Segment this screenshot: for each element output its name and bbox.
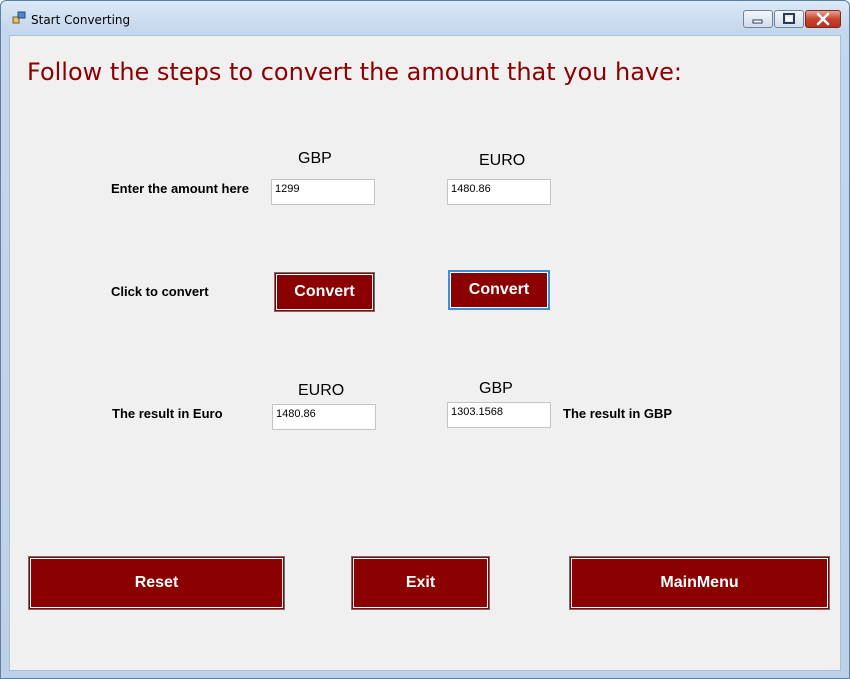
reset-button[interactable]: Reset xyxy=(28,556,285,610)
result-euro-output[interactable]: 1480.86 xyxy=(272,404,376,430)
result-euro-header: EURO xyxy=(298,382,345,399)
close-button[interactable] xyxy=(805,10,841,28)
convert-gbp-button[interactable]: Convert xyxy=(274,272,375,312)
convert-euro-button[interactable]: Convert xyxy=(448,270,550,310)
click-to-convert-label: Click to convert xyxy=(111,284,209,299)
result-euro-label: The result in Euro xyxy=(112,406,223,421)
maximize-button[interactable] xyxy=(774,10,804,28)
mainmenu-button[interactable]: MainMenu xyxy=(569,556,830,610)
euro-amount-input[interactable]: 1480.86 xyxy=(447,179,551,205)
euro-header: EURO xyxy=(479,152,526,169)
result-gbp-output[interactable]: 1303.1568 xyxy=(447,402,551,428)
close-icon xyxy=(816,12,830,26)
exit-button[interactable]: Exit xyxy=(351,556,490,610)
title-bar[interactable]: Start Converting xyxy=(1,1,849,37)
page-heading: Follow the steps to convert the amount t… xyxy=(27,58,682,86)
minimize-button[interactable] xyxy=(743,10,773,28)
app-icon xyxy=(12,11,26,24)
gbp-header: GBP xyxy=(298,150,332,167)
window-title: Start Converting xyxy=(31,13,131,27)
gbp-amount-input[interactable]: 1299 xyxy=(271,179,375,205)
form-client-area: Follow the steps to convert the amount t… xyxy=(9,35,841,671)
result-gbp-label: The result in GBP xyxy=(563,406,673,421)
app-window: Start Converting Follow the steps to con… xyxy=(0,0,850,679)
minimize-icon xyxy=(752,19,763,24)
enter-amount-label: Enter the amount here xyxy=(111,181,249,196)
maximize-icon xyxy=(783,13,795,24)
result-gbp-header: GBP xyxy=(479,380,513,397)
